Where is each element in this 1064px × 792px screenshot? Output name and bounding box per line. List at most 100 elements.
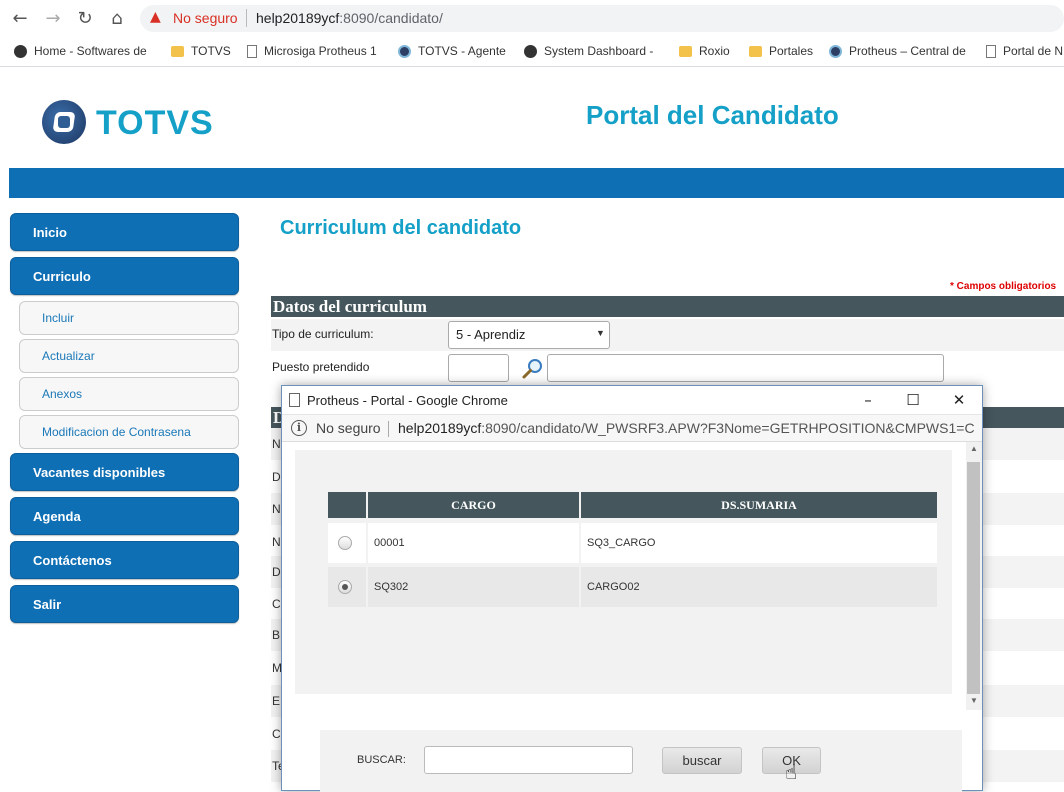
url-host: help20189ycf bbox=[256, 10, 340, 26]
scrollbar-thumb[interactable] bbox=[967, 462, 980, 694]
bookmark-label: TOTVS bbox=[191, 44, 231, 58]
bookmark-label: Portal de N bbox=[1003, 44, 1064, 58]
page-title: Curriculum del candidato bbox=[280, 217, 522, 239]
reload-icon[interactable]: ↻ bbox=[74, 8, 96, 30]
form-field-label: C bbox=[272, 597, 281, 611]
sidebar-item-actualizar[interactable]: Actualizar bbox=[19, 339, 239, 373]
sidebar-item-incluir[interactable]: Incluir bbox=[19, 301, 239, 335]
row-radio[interactable] bbox=[338, 536, 352, 550]
search-input[interactable] bbox=[424, 746, 633, 774]
form-field-label: D bbox=[272, 470, 281, 484]
form-field-label: B bbox=[272, 628, 281, 642]
scroll-up-icon[interactable]: ▲ bbox=[966, 444, 982, 456]
search-icon[interactable] bbox=[521, 356, 545, 380]
form-field-label: N bbox=[272, 502, 281, 516]
scroll-down-icon[interactable]: ▼ bbox=[966, 696, 982, 708]
home-icon[interactable]: ⌂ bbox=[106, 8, 128, 30]
logo-mark-inner bbox=[58, 116, 70, 128]
search-button[interactable]: buscar bbox=[662, 747, 742, 774]
forward-icon[interactable]: → bbox=[42, 8, 64, 30]
bookmark-label: Roxio bbox=[699, 44, 730, 58]
hand-cursor-icon: ☝ bbox=[785, 760, 798, 784]
popup-title: Protheus - Portal - Google Chrome bbox=[307, 393, 508, 408]
search-panel bbox=[320, 730, 962, 792]
tipo-label: Tipo de curriculum: bbox=[272, 327, 374, 341]
bookmark-item[interactable]: System Dashboard - bbox=[524, 42, 653, 60]
sidebar-item-vacantes-disponibles[interactable]: Vacantes disponibles bbox=[10, 453, 239, 491]
bookmark-label: System Dashboard - bbox=[544, 44, 654, 58]
sidebar-item-inicio[interactable]: Inicio bbox=[10, 213, 239, 251]
section-header: Datos del curriculum bbox=[271, 296, 1064, 317]
bookmark-item[interactable]: Microsiga Protheus 1 bbox=[247, 42, 377, 60]
page-icon bbox=[247, 44, 257, 58]
sidebar-item-modificacion-de-contrasena[interactable]: Modificacion de Contrasena bbox=[19, 415, 239, 449]
folder-icon bbox=[679, 45, 692, 57]
chevron-down-icon[interactable]: ▼ bbox=[596, 328, 605, 338]
cell-cargo[interactable]: 00001 bbox=[368, 523, 579, 563]
bookmark-label: TOTVS - Agente bbox=[418, 44, 506, 58]
bookmark-item[interactable]: Portales bbox=[749, 42, 813, 60]
folder-icon bbox=[171, 45, 184, 57]
sidebar-item-salir[interactable]: Salir bbox=[10, 585, 239, 623]
bookmark-label: Portales bbox=[769, 44, 814, 58]
row-radio[interactable] bbox=[338, 580, 352, 594]
url-path: :8090/candidato/ bbox=[339, 10, 443, 26]
site-icon bbox=[398, 44, 411, 58]
bookmark-item[interactable]: Protheus – Central de bbox=[829, 42, 966, 60]
search-label: BUSCAR: bbox=[357, 754, 406, 766]
maximize-icon[interactable]: ☐ bbox=[903, 390, 923, 410]
back-icon[interactable]: ← bbox=[9, 8, 31, 30]
tipo-curriculum-select[interactable]: 5 - Aprendiz bbox=[448, 321, 610, 349]
page-icon bbox=[986, 44, 996, 58]
popup-address-bar[interactable]: i No seguro help20189ycf:8090/candidato/… bbox=[282, 415, 982, 442]
form-field-label: C bbox=[272, 727, 281, 741]
sidebar-item-agenda[interactable]: Agenda bbox=[10, 497, 239, 535]
popup-url-path: :8090/candidato/W_PWSRF3.APW?F3Nome=GETR… bbox=[481, 420, 974, 436]
popup-titlebar: Protheus - Portal - Google Chrome – ☐ ✕ bbox=[282, 386, 982, 415]
bookmark-item[interactable]: Roxio bbox=[679, 42, 730, 60]
form-field-label: D bbox=[272, 565, 281, 579]
popup-security-label[interactable]: No seguro bbox=[316, 420, 381, 436]
bookmark-item[interactable]: Portal de N bbox=[986, 42, 1063, 60]
sidebar-item-anexos[interactable]: Anexos bbox=[19, 377, 239, 411]
bookmark-item[interactable]: TOTVS - Agente bbox=[398, 42, 506, 60]
bookmark-item[interactable]: TOTVS bbox=[171, 42, 231, 60]
page-icon bbox=[289, 393, 300, 407]
sidebar-item-contactenos[interactable]: Contáctenos bbox=[10, 541, 239, 579]
cell-cargo[interactable]: SQ302 bbox=[368, 567, 579, 607]
form-field-label: E bbox=[272, 694, 281, 708]
url-divider bbox=[246, 9, 247, 27]
logo-text: TOTVS bbox=[96, 104, 214, 142]
site-icon bbox=[829, 44, 842, 58]
popup-url[interactable]: help20189ycf:8090/candidato/W_PWSRF3.APW… bbox=[398, 420, 974, 436]
portal-title: Portal del Candidato bbox=[586, 100, 839, 130]
puesto-description-input[interactable] bbox=[547, 354, 944, 382]
folder-icon bbox=[749, 45, 762, 57]
bookmark-label: Protheus – Central de bbox=[849, 44, 966, 58]
table-header-cargo: CARGO bbox=[368, 492, 579, 518]
table-header-select bbox=[328, 492, 366, 518]
close-icon[interactable]: ✕ bbox=[949, 390, 969, 410]
url-divider bbox=[388, 421, 389, 437]
info-icon[interactable]: i bbox=[291, 420, 307, 436]
warning-icon[interactable]: ▲ bbox=[150, 9, 161, 25]
url-text[interactable]: help20189ycf:8090/candidato/ bbox=[256, 10, 443, 26]
required-note: * Campos obligatorios bbox=[950, 281, 1057, 292]
puesto-code-input[interactable] bbox=[448, 354, 509, 382]
site-icon bbox=[524, 44, 537, 58]
site-icon bbox=[14, 44, 27, 58]
form-field-label: N bbox=[272, 535, 281, 549]
sidebar-item-curriculo[interactable]: Curriculo bbox=[10, 257, 239, 295]
security-label[interactable]: No seguro bbox=[173, 10, 238, 26]
bookmark-item[interactable]: Home - Softwares de bbox=[14, 42, 147, 60]
minimize-icon[interactable]: – bbox=[858, 390, 878, 410]
puesto-label: Puesto pretendido bbox=[272, 360, 370, 374]
bookmark-label: Home - Softwares de bbox=[34, 44, 147, 58]
header-bar bbox=[9, 168, 1064, 198]
form-row bbox=[271, 319, 1064, 351]
form-field-label: N bbox=[272, 437, 281, 451]
popup-window: Protheus - Portal - Google Chrome – ☐ ✕ … bbox=[281, 385, 983, 792]
cell-sumaria[interactable]: SQ3_CARGO bbox=[581, 523, 937, 563]
cell-sumaria[interactable]: CARGO02 bbox=[581, 567, 937, 607]
popup-url-host: help20189ycf bbox=[398, 420, 482, 436]
